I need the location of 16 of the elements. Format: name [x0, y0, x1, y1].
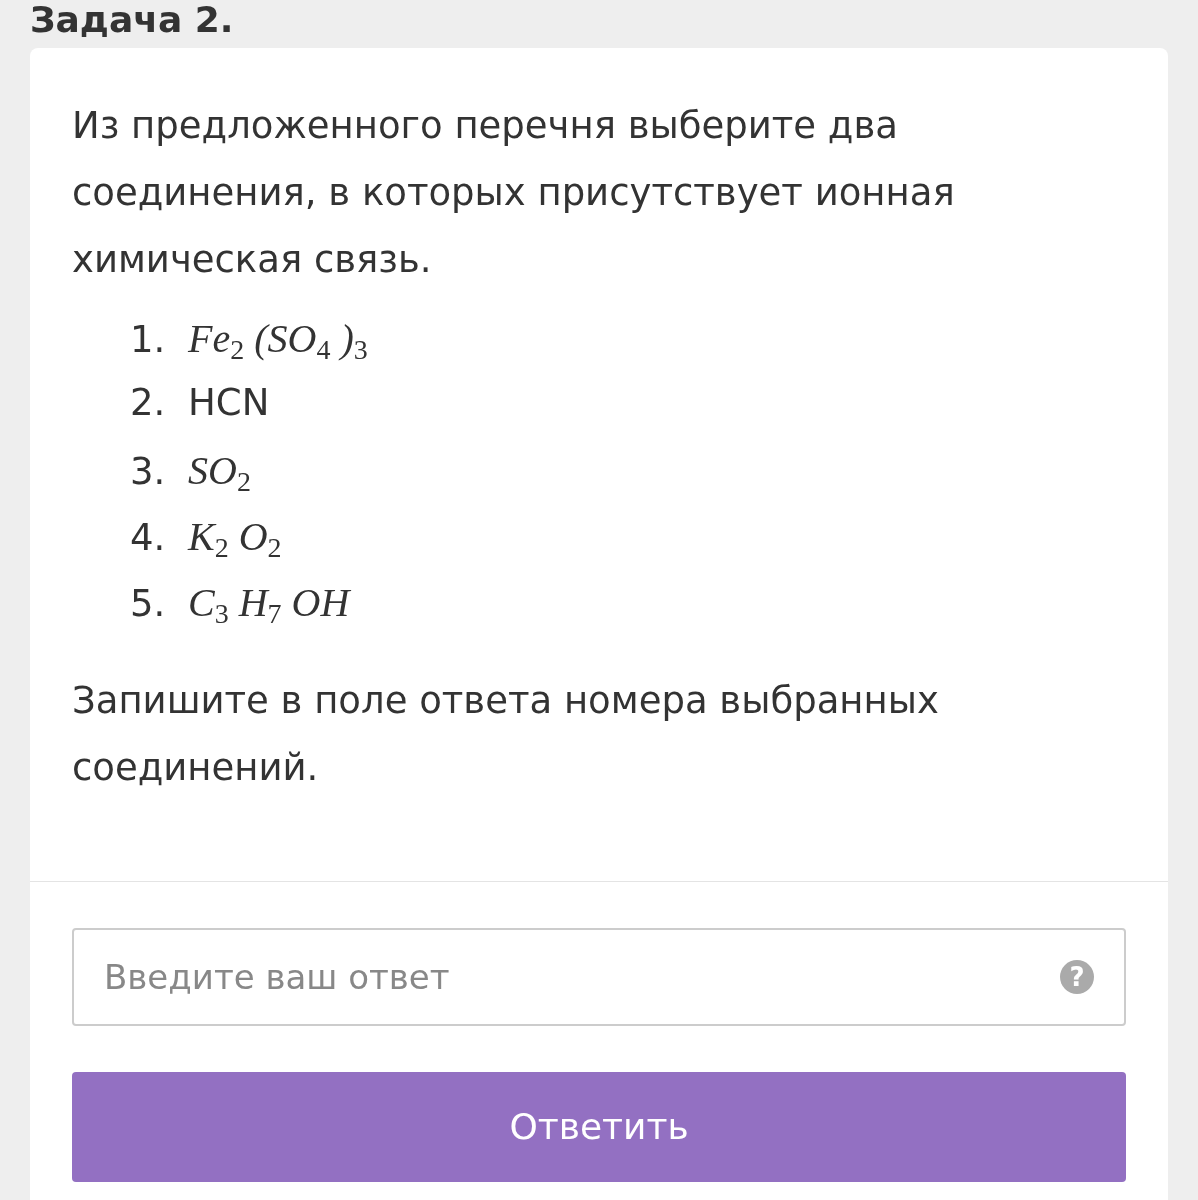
answer-field[interactable]: Введите ваш ответ ?	[72, 928, 1126, 1026]
formula: HCN	[188, 380, 270, 426]
option-number: 3.	[130, 449, 167, 495]
submit-button[interactable]: Ответить	[72, 1072, 1126, 1182]
help-icon[interactable]: ?	[1060, 960, 1094, 994]
option-number: 4.	[130, 515, 167, 561]
question-text: Из предложенного перечня выберите два соединения, в которых присутствует ионная химическая связь.	[72, 103, 956, 283]
formula: Fe$_{2}$ (SO$_{4}$ )$_{3}$	[188, 315, 368, 367]
formula: C$_{3}$ H$_{7}$ OH	[188, 579, 350, 631]
option-number: 1.	[130, 317, 167, 363]
formula: K$_{2}$ O$_{2}$	[188, 513, 282, 565]
formula: SO$_{2}$	[188, 447, 251, 499]
option-number: 2.	[130, 380, 167, 426]
task-title: Задача 2.	[29, 0, 235, 42]
instruction-text: Запишите в поле ответа номера выбранных соединений.	[72, 678, 940, 791]
option-number: 5.	[130, 581, 167, 627]
